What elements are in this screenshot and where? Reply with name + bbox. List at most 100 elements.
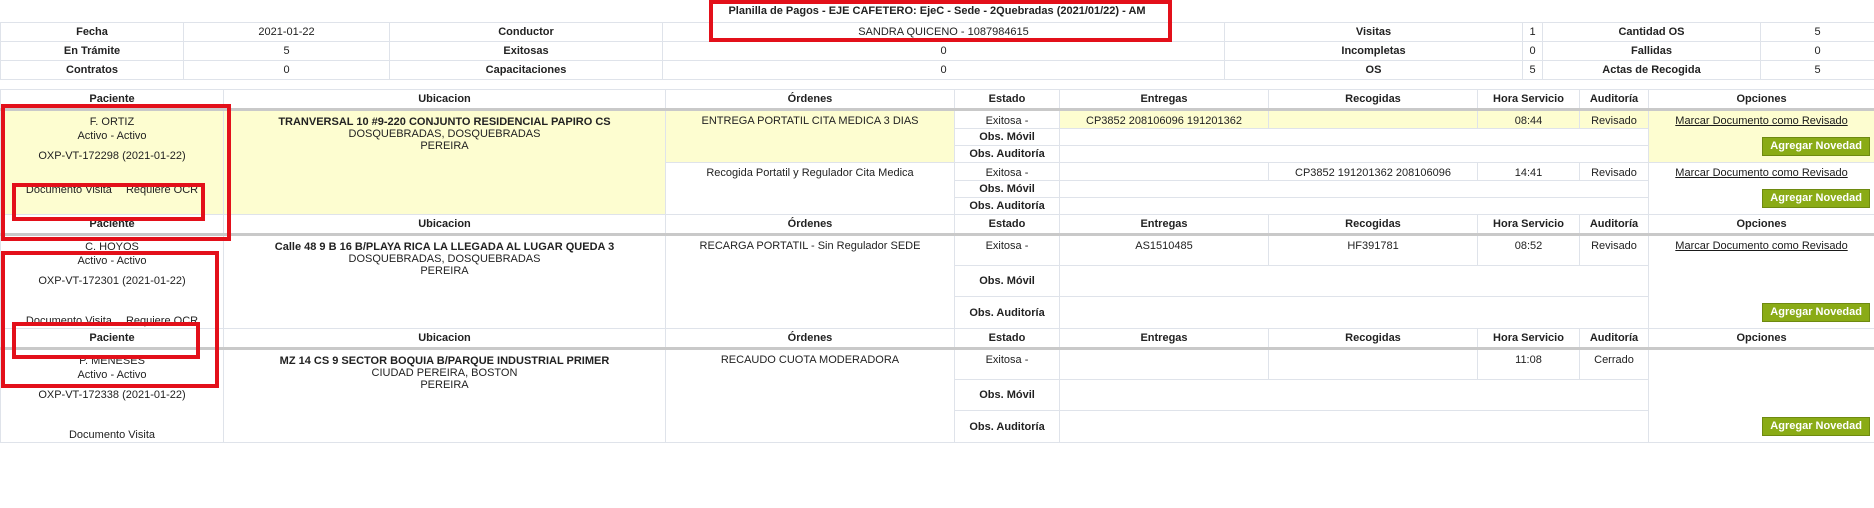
table-row: P. MENESES Activo - Activo OXP-VT-172338 (… bbox=[0, 348, 1874, 443]
order-cell: RECAUDO CUOTA MODERADORA bbox=[665, 348, 955, 443]
column-header: Auditoría bbox=[1579, 214, 1649, 236]
summary-value: 5 bbox=[183, 41, 390, 61]
address: TRANVERSAL 10 #9-220 CONJUNTO RESIDENCIA… bbox=[278, 116, 611, 128]
patient-status: Activo - Activo bbox=[77, 369, 147, 381]
status-cell: Exitosa - bbox=[954, 348, 1060, 380]
column-header: Auditoría bbox=[1579, 89, 1649, 111]
documento-visita-link[interactable]: Documento Visita bbox=[69, 428, 155, 442]
visits-table: Paciente Ubicacion Órdenes Estado Entregas Re… bbox=[0, 89, 1874, 443]
documento-visita-link[interactable]: Documento Visita bbox=[26, 183, 112, 197]
options-cell: Marcar Documento como Revisado Agregar No… bbox=[1648, 109, 1874, 163]
summary-label: Fecha bbox=[0, 22, 184, 42]
title-row: Planilla de Pagos - EJE CAFETERO: EjeC -… bbox=[0, 0, 1874, 22]
header-row: Paciente Ubicacion Órdenes Estado Entregas Re… bbox=[0, 89, 1874, 111]
summary-value: SANDRA QUICENO - 1087984615 bbox=[662, 22, 1225, 42]
column-header: Recogidas bbox=[1268, 328, 1478, 350]
requiere-ocr-link[interactable]: Requiere OCR bbox=[126, 183, 198, 197]
mark-reviewed-link[interactable]: Marcar Documento como Revisado bbox=[1652, 115, 1871, 128]
summary-value: 0 bbox=[1522, 41, 1543, 61]
status-cell: Exitosa - bbox=[954, 109, 1060, 129]
obs-auditoria-value bbox=[1059, 410, 1649, 443]
audit-cell: Revisado bbox=[1579, 109, 1649, 129]
column-header: Ubicacion bbox=[223, 89, 666, 111]
column-header: Órdenes bbox=[665, 214, 955, 236]
obs-auditoria-value bbox=[1059, 145, 1649, 163]
audit-cell: Cerrado bbox=[1579, 348, 1649, 380]
column-header: Recogidas bbox=[1268, 89, 1478, 111]
column-header: Paciente bbox=[0, 89, 224, 111]
summary-label: Contratos bbox=[0, 60, 184, 80]
city: PEREIRA bbox=[420, 379, 469, 391]
column-header: Paciente bbox=[0, 214, 224, 236]
documento-visita-link[interactable]: Documento Visita bbox=[26, 314, 112, 328]
column-header: Hora Servicio bbox=[1477, 89, 1580, 111]
patient-status: Activo - Activo bbox=[77, 255, 147, 267]
add-novelty-button[interactable]: Agregar Novedad bbox=[1762, 417, 1870, 436]
summary-value: 0 bbox=[662, 60, 1225, 80]
summary-label: Visitas bbox=[1224, 22, 1523, 42]
status-cell: Exitosa - bbox=[954, 162, 1060, 181]
requiere-ocr-link[interactable]: Requiere OCR bbox=[126, 314, 198, 328]
mark-reviewed-link[interactable]: Marcar Documento como Revisado bbox=[1652, 167, 1871, 180]
summary-label: Incompletas bbox=[1224, 41, 1523, 61]
patient-cell: C. HOYOS Activo - Activo OXP-VT-172301 (20… bbox=[0, 234, 224, 329]
column-header: Entregas bbox=[1059, 89, 1269, 111]
obs-movil-label: Obs. Móvil bbox=[954, 264, 1060, 298]
column-header: Entregas bbox=[1059, 214, 1269, 236]
recogidas-cell: CP3852 191201362 208106096 bbox=[1268, 162, 1478, 181]
entregas-cell bbox=[1059, 348, 1269, 380]
add-novelty-button[interactable]: Agregar Novedad bbox=[1762, 137, 1870, 156]
order-cell: Recogida Portatil y Regulador Cita Medic… bbox=[665, 162, 955, 215]
add-novelty-wrap: Agregar Novedad bbox=[1762, 137, 1870, 156]
city: PEREIRA bbox=[420, 265, 469, 277]
column-header: Estado bbox=[954, 89, 1060, 111]
column-header: Opciones bbox=[1648, 214, 1874, 236]
summary-value: 0 bbox=[1760, 41, 1874, 61]
obs-movil-label: Obs. Móvil bbox=[954, 180, 1060, 198]
area: DOSQUEBRADAS, DOSQUEBRADAS bbox=[348, 253, 541, 265]
summary-row: Fecha 2021-01-22 Conductor SANDRA QUICENO -… bbox=[0, 22, 1874, 42]
visit-code: OXP-VT-172301 (2021-01-22) bbox=[38, 275, 186, 287]
column-header: Opciones bbox=[1648, 89, 1874, 111]
add-novelty-wrap: Agregar Novedad bbox=[1762, 303, 1870, 322]
recogidas-cell bbox=[1268, 109, 1478, 129]
patient-name[interactable]: C. HOYOS bbox=[4, 240, 220, 254]
entregas-cell bbox=[1059, 162, 1269, 181]
area: CIUDAD PEREIRA, BOSTON bbox=[371, 367, 518, 379]
column-header: Recogidas bbox=[1268, 214, 1478, 236]
location-cell: TRANVERSAL 10 #9-220 CONJUNTO RESIDENCIA… bbox=[223, 109, 666, 215]
mark-reviewed-link[interactable]: Marcar Documento como Revisado bbox=[1652, 240, 1871, 253]
patient-name[interactable]: P. MENESES bbox=[4, 354, 220, 368]
summary-value: 5 bbox=[1760, 60, 1874, 80]
summary-label: Conductor bbox=[389, 22, 663, 42]
table-row: F. ORTIZ Activo - Activo OXP-VT-172298 (20… bbox=[0, 109, 1874, 215]
summary-label: OS bbox=[1224, 60, 1523, 80]
obs-movil-label: Obs. Móvil bbox=[954, 128, 1060, 146]
header-row: Paciente Ubicacion Órdenes Estado Entregas Re… bbox=[0, 214, 1874, 236]
summary-value: 5 bbox=[1522, 60, 1543, 80]
column-header: Ubicacion bbox=[223, 214, 666, 236]
summary-value: 0 bbox=[662, 41, 1225, 61]
add-novelty-button[interactable]: Agregar Novedad bbox=[1762, 189, 1870, 208]
column-header: Auditoría bbox=[1579, 328, 1649, 350]
column-header: Hora Servicio bbox=[1477, 328, 1580, 350]
city: PEREIRA bbox=[420, 140, 469, 152]
entregas-cell: CP3852 208106096 191201362 bbox=[1059, 109, 1269, 129]
column-header: Paciente bbox=[0, 328, 224, 350]
add-novelty-wrap: Agregar Novedad bbox=[1762, 417, 1870, 436]
add-novelty-wrap: Agregar Novedad bbox=[1762, 189, 1870, 208]
page-title: Planilla de Pagos - EJE CAFETERO: EjeC -… bbox=[728, 5, 1146, 17]
obs-auditoria-value bbox=[1059, 296, 1649, 329]
patient-cell: P. MENESES Activo - Activo OXP-VT-172338 (… bbox=[0, 348, 224, 443]
obs-auditoria-label: Obs. Auditoría bbox=[954, 410, 1060, 443]
column-header: Estado bbox=[954, 328, 1060, 350]
add-novelty-button[interactable]: Agregar Novedad bbox=[1762, 303, 1870, 322]
summary-label: Cantidad OS bbox=[1542, 22, 1761, 42]
service-time-cell: 11:08 bbox=[1477, 348, 1580, 380]
column-header: Órdenes bbox=[665, 89, 955, 111]
service-time-cell: 14:41 bbox=[1477, 162, 1580, 181]
entregas-cell: AS1510485 bbox=[1059, 234, 1269, 266]
patient-status: Activo - Activo bbox=[77, 130, 147, 142]
patient-name[interactable]: F. ORTIZ bbox=[4, 115, 220, 129]
summary-label: En Trámite bbox=[0, 41, 184, 61]
